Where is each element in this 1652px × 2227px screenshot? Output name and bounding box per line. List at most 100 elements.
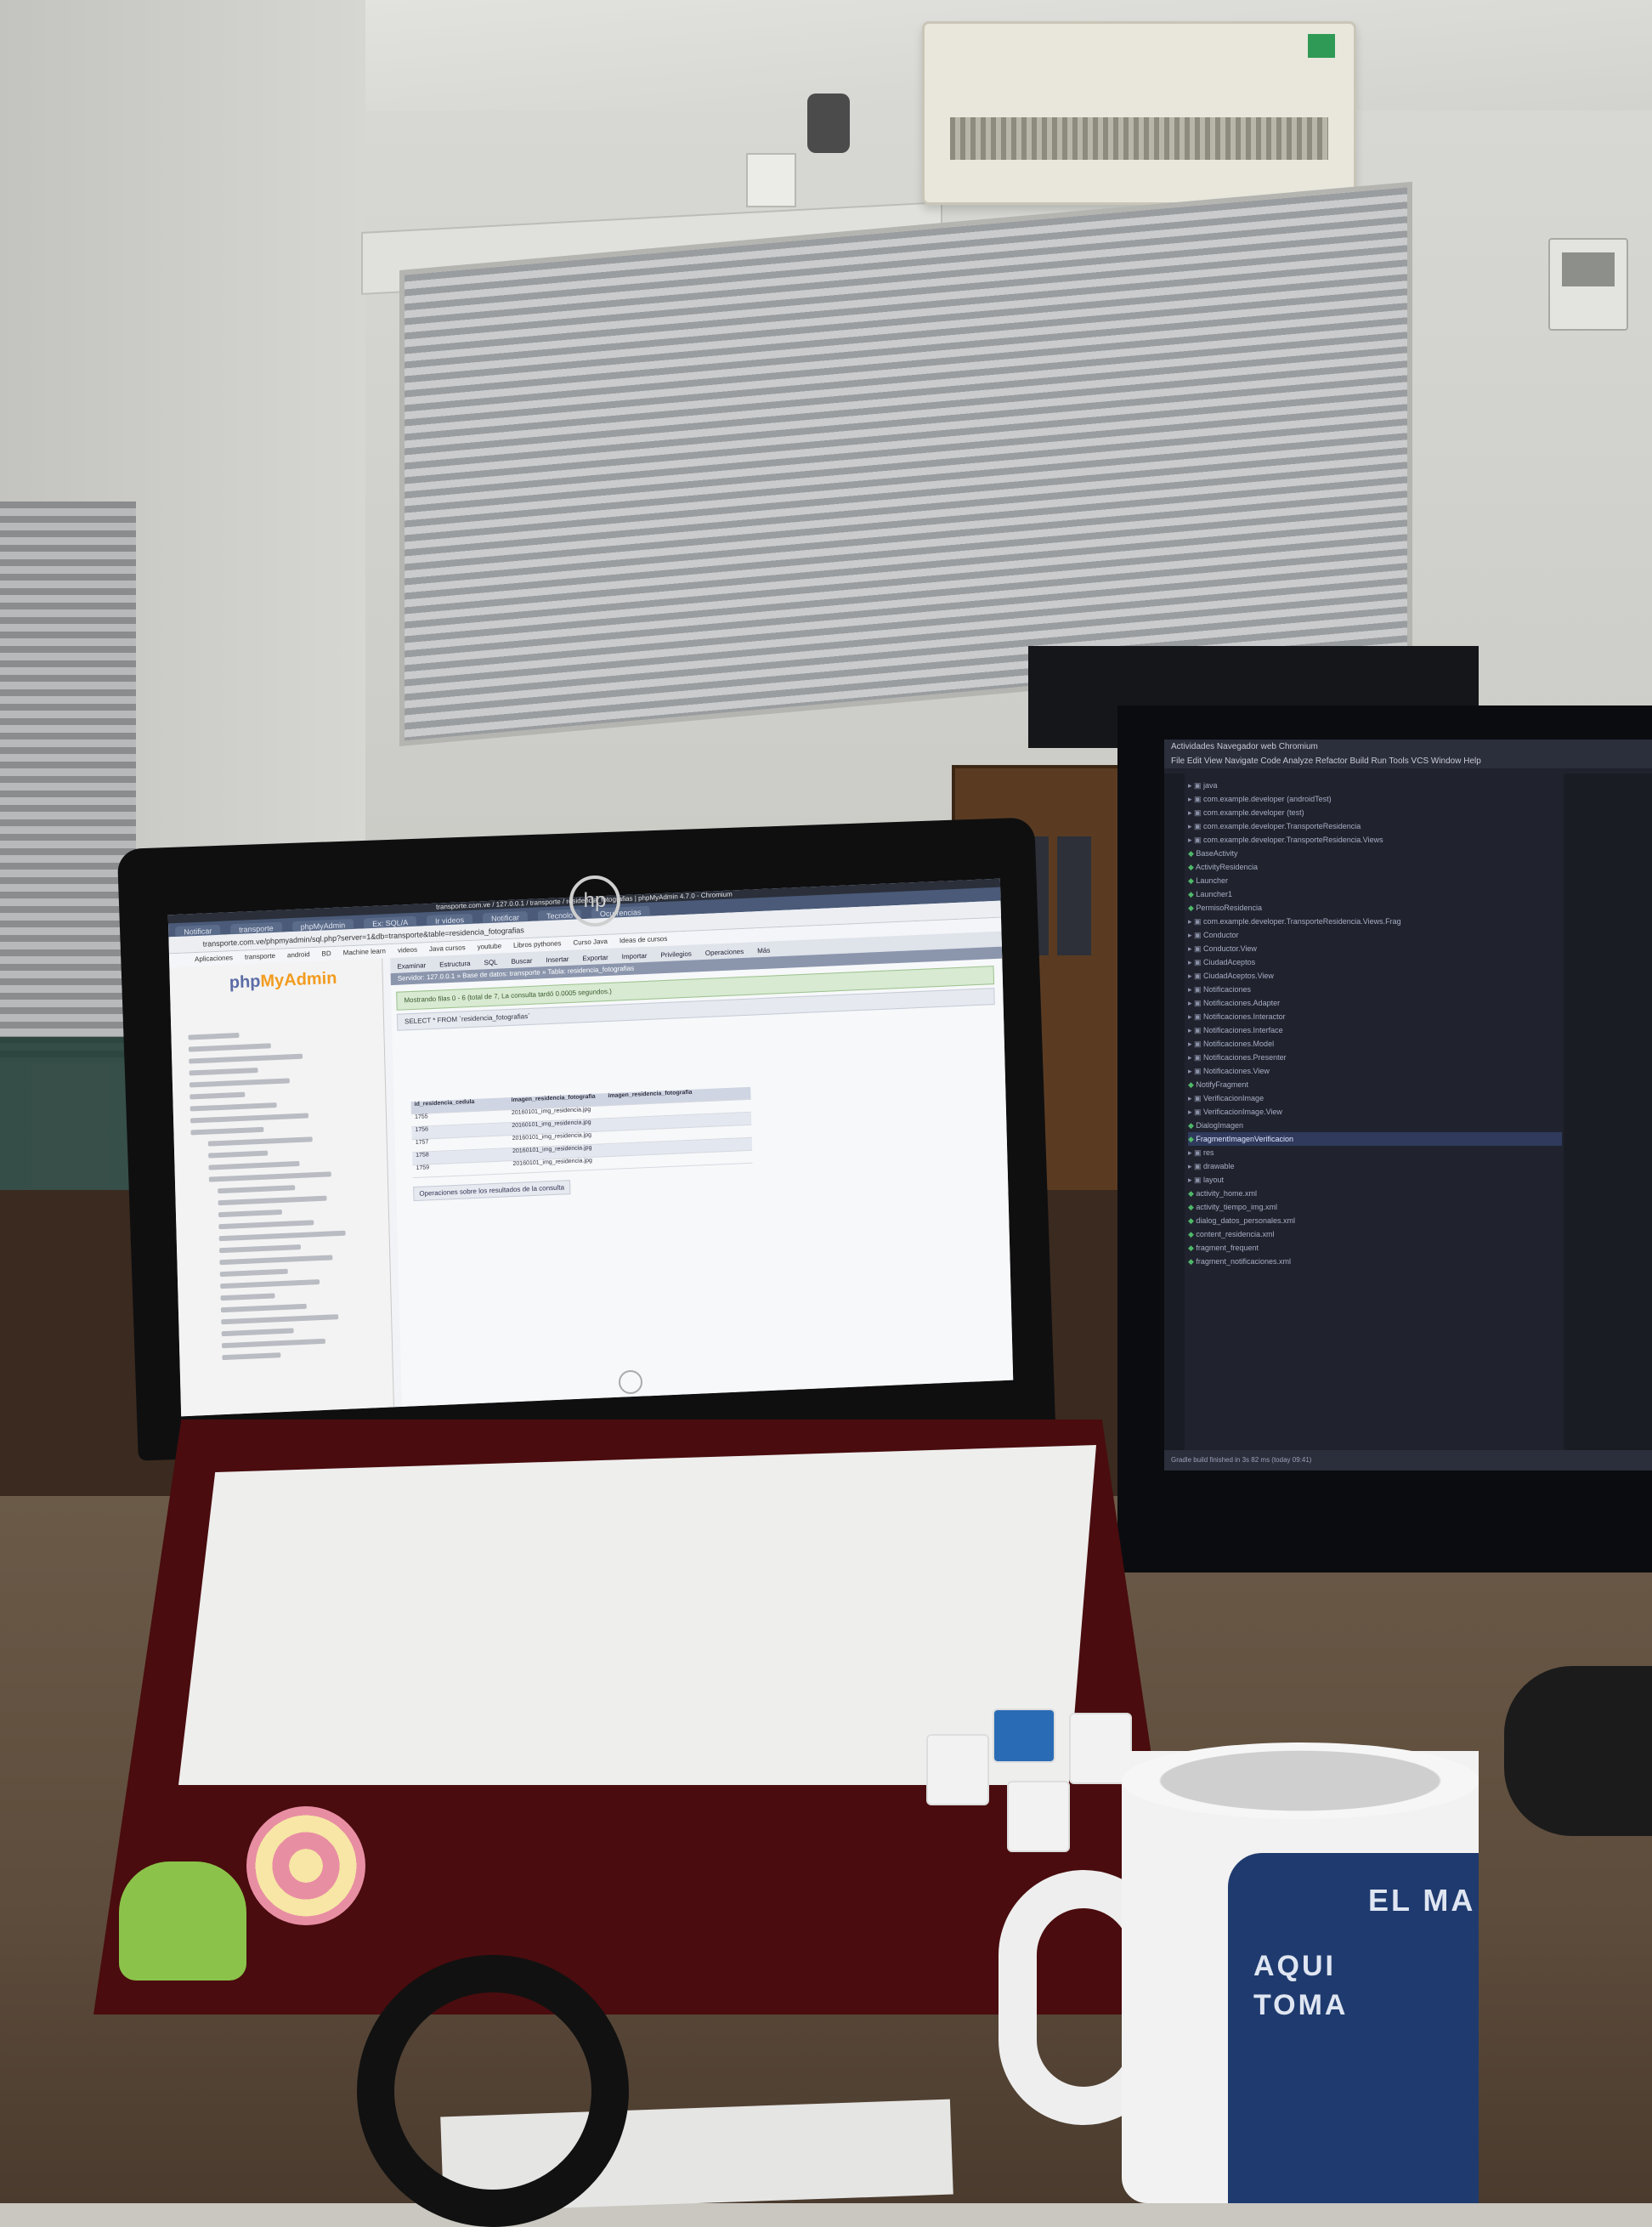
side-window-blinds [0,502,136,1062]
db-tree-item[interactable] [208,1160,300,1170]
tree-file[interactable]: activity_home.xml [1188,1187,1562,1200]
bookmark-item[interactable]: videos [398,946,417,955]
mug-side-text: EL MA [1368,1883,1476,1918]
db-tree-item[interactable] [207,1136,313,1147]
db-tree-item[interactable] [218,1195,327,1206]
tree-package[interactable]: VerificacionImage [1188,1091,1562,1105]
column-header[interactable]: id_residencia_cedula [411,1097,508,1108]
tree-package[interactable]: Notificaciones.Presenter [1188,1051,1562,1064]
tree-file[interactable]: dialog_datos_personales.xml [1188,1214,1562,1227]
column-header[interactable]: imagen_residencia_fotografia [507,1093,604,1103]
tree-package[interactable]: com.example.developer.TransporteResidenc… [1188,819,1562,833]
ide-menubar[interactable]: Actividades Navegador web Chromium File … [1164,740,1652,768]
mug-line1: AQUI [1253,1950,1336,1982]
db-tree-item[interactable] [220,1279,320,1289]
db-tree-item[interactable] [221,1338,325,1349]
tree-package[interactable]: Notificaciones.Interface [1188,1023,1562,1037]
bookmark-item[interactable]: Machine learn [343,947,386,956]
tree-file[interactable]: PermisoResidencia [1188,901,1562,915]
tree-package[interactable]: Notificaciones.Model [1188,1037,1562,1051]
tree-package[interactable]: drawable [1188,1159,1562,1173]
tree-file[interactable]: activity_tiempo_img.xml [1188,1200,1562,1214]
tree-file[interactable]: BaseActivity [1188,847,1562,860]
tree-package[interactable]: com.example.developer (androidTest) [1188,792,1562,806]
db-tree-item[interactable] [189,1067,258,1076]
bookmark-item[interactable]: Libros pythones [513,939,562,949]
db-tree-item[interactable] [189,1078,290,1088]
ide-tool-gutter[interactable] [1164,774,1185,1470]
bookmark-item[interactable]: Ideas de cursos [620,935,668,944]
tree-file[interactable]: fragment_frequent [1188,1241,1562,1255]
db-tree-item[interactable] [218,1185,296,1194]
tree-package[interactable]: Notificaciones.Interactor [1188,1010,1562,1023]
db-tree-item[interactable] [219,1255,333,1266]
bookmark-item[interactable]: Java cursos [429,944,466,953]
db-tree-item[interactable] [220,1303,307,1313]
bookmark-item[interactable]: Aplicaciones [195,954,233,963]
tree-package[interactable]: Notificaciones.Adapter [1188,996,1562,1010]
pma-tab[interactable]: Operaciones [705,948,744,957]
tree-package[interactable]: com.example.developer (test) [1188,806,1562,819]
db-tree-item[interactable] [218,1230,346,1242]
tree-file[interactable]: DialogImagen [1188,1119,1562,1132]
pma-tab[interactable]: Más [757,947,770,955]
tree-package[interactable]: com.example.developer.TransporteResidenc… [1188,915,1562,928]
db-tree-item[interactable] [219,1244,302,1254]
db-tree-item[interactable] [188,1043,271,1052]
pma-tab[interactable]: Buscar [511,957,532,966]
tree-file[interactable]: NotifyFragment [1188,1078,1562,1091]
pma-tab[interactable]: Insertar [546,955,569,964]
bookmark-item[interactable]: BD [321,949,331,957]
db-tree-item[interactable] [190,1126,264,1136]
tree-package[interactable]: layout [1188,1173,1562,1187]
bookmark-item[interactable]: transporte [245,952,275,961]
db-tree-item[interactable] [190,1113,309,1124]
db-tree-item[interactable] [188,1032,240,1040]
code-editor[interactable] [1564,774,1652,1470]
binder [1057,836,1091,955]
tree-file[interactable]: fragment_notificaciones.xml [1188,1255,1562,1268]
column-header[interactable]: imagen_residencia_fotografia [604,1089,701,1099]
tree-file[interactable]: content_residencia.xml [1188,1227,1562,1241]
pma-sidebar[interactable]: phpMyAdmin [169,958,394,1417]
tree-file[interactable]: Launcher [1188,874,1562,887]
project-tree[interactable]: javacom.example.developer (androidTest)c… [1188,779,1562,1445]
db-tree-item[interactable] [219,1268,288,1278]
tree-package[interactable]: Conductor [1188,928,1562,942]
db-tree-item[interactable] [190,1102,277,1112]
db-tree-item[interactable] [190,1091,246,1100]
pma-tab[interactable]: SQL [484,959,497,967]
pma-tab[interactable]: Exportar [582,954,608,962]
bookmark-item[interactable]: android [287,950,310,959]
tree-file[interactable]: ActivityResidencia [1188,860,1562,874]
pma-tab[interactable]: Privilegios [660,950,692,960]
tree-package[interactable]: VerificacionImage.View [1188,1105,1562,1119]
query-results-operations[interactable]: Operaciones sobre los resultados de la c… [413,1180,571,1202]
tree-package[interactable]: res [1188,1146,1562,1159]
tree-package[interactable]: CiudadAceptos.View [1188,969,1562,983]
tree-package[interactable]: Conductor.View [1188,942,1562,955]
db-tree-item[interactable] [208,1171,331,1182]
db-tree-item[interactable] [221,1328,294,1337]
tree-package[interactable]: Notificaciones [1188,983,1562,996]
tree-package[interactable]: com.example.developer.TransporteResidenc… [1188,833,1562,847]
wall-sensor [746,153,796,207]
tree-file[interactable]: Launcher1 [1188,887,1562,901]
tree-package[interactable]: Notificaciones.View [1188,1064,1562,1078]
pma-tab[interactable]: Importar [622,952,648,960]
db-tree-item[interactable] [218,1209,282,1218]
pma-tab[interactable]: Examinar [397,961,426,970]
db-tree-item[interactable] [218,1220,314,1230]
db-tree-item[interactable] [222,1352,281,1361]
bookmark-item[interactable]: youtube [478,942,502,950]
tree-package[interactable]: CiudadAceptos [1188,955,1562,969]
ide-menu-items[interactable]: File Edit View Navigate Code Analyze Ref… [1171,754,1652,768]
db-tree-item[interactable] [189,1053,303,1064]
pma-tab[interactable]: Estructura [439,960,471,969]
db-tree-item[interactable] [208,1150,269,1159]
db-tree-item[interactable] [220,1293,275,1301]
tree-file[interactable]: FragmentImagenVerificacion [1188,1132,1562,1146]
tree-package[interactable]: java [1188,779,1562,792]
bookmark-item[interactable]: Curso Java [573,938,608,947]
db-tree-item[interactable] [221,1314,339,1325]
